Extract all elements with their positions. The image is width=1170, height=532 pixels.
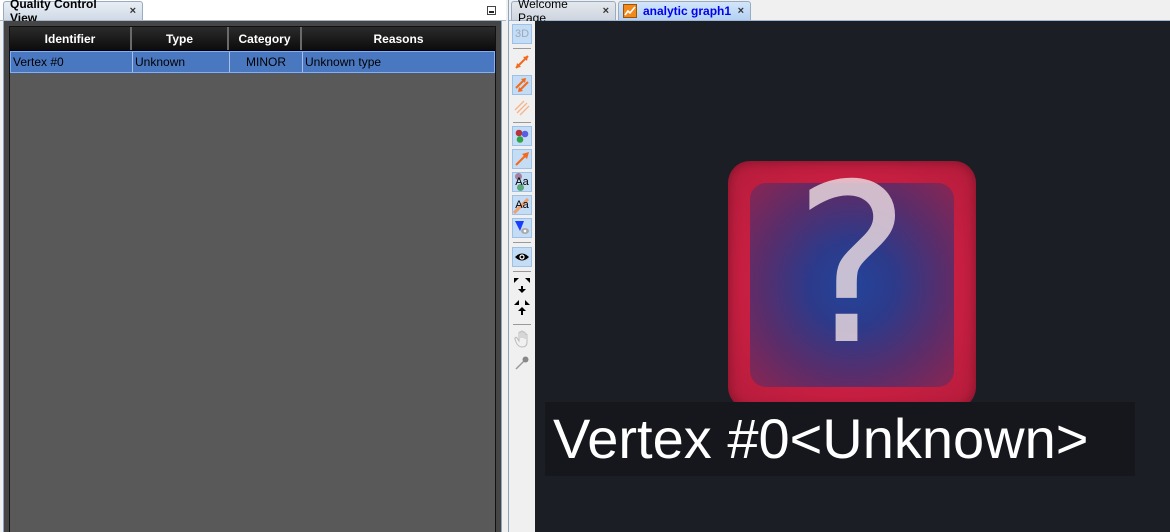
aa-glyph: Aa — [515, 176, 529, 188]
column-header-type[interactable]: Type — [132, 27, 229, 50]
left-tabbar: Quality Control View × — [0, 0, 506, 25]
arrow-single-icon — [515, 55, 529, 69]
bidirectional-edges-button[interactable] — [512, 75, 532, 95]
tab-quality-control-view[interactable]: Quality Control View × — [3, 0, 143, 25]
3d-label: 3D — [514, 28, 530, 40]
quality-control-panel: Quality Control View × Identifier Type C… — [0, 0, 506, 532]
transaction-edges-button[interactable] — [512, 98, 532, 118]
node-label-box: Vertex #0<Unknown> — [545, 402, 1135, 476]
arrow-icon — [515, 152, 529, 166]
node-labels-button[interactable]: Aa — [512, 172, 532, 192]
minimize-button[interactable] — [487, 6, 496, 15]
graph-canvas[interactable]: ? Vertex #0<Unknown> — [535, 21, 1170, 532]
cell-category: MINOR — [230, 52, 303, 72]
visibility-button[interactable] — [512, 247, 532, 267]
pan-mode-button[interactable] — [512, 329, 532, 349]
cell-identifier: Vertex #0 — [11, 52, 133, 72]
graph-node[interactable]: ? — [728, 155, 976, 409]
tab-welcome-page[interactable]: Welcome Page × — [511, 0, 616, 25]
right-tabbar: Welcome Page × analytic graph1 × — [509, 0, 1170, 25]
column-header-category[interactable]: Category — [229, 27, 302, 50]
table-row[interactable]: Vertex #0 Unknown MINOR Unknown type — [10, 51, 495, 73]
tab-label: analytic graph1 — [643, 4, 732, 18]
aa-glyph: Aa — [515, 199, 529, 211]
table-header: Identifier Type Category Reasons — [10, 27, 495, 51]
pin-mode-button[interactable] — [512, 353, 532, 373]
show-nodes-button[interactable] — [512, 126, 532, 146]
question-icon: ? — [793, 137, 911, 393]
arrow-double-icon — [515, 78, 529, 92]
toggle-3d-button[interactable]: 3D — [512, 24, 532, 44]
toolbar-separator — [513, 271, 531, 272]
graph-panel: Welcome Page × analytic graph1 × 3D Aa A… — [508, 0, 1170, 532]
blaze-icon — [515, 221, 529, 234]
connection-labels-button[interactable]: Aa — [512, 195, 532, 215]
expand-collapse-icon — [514, 278, 530, 315]
quality-control-table-area: Identifier Type Category Reasons Vertex … — [3, 21, 502, 532]
toolbar-separator — [513, 242, 531, 243]
directed-edges-button[interactable] — [512, 52, 532, 72]
close-icon[interactable]: × — [603, 5, 609, 17]
toolbar-separator — [513, 48, 531, 49]
toolbar-separator — [513, 324, 531, 325]
pin-icon — [515, 356, 529, 370]
connection-label-icon: Aa — [513, 198, 530, 214]
cell-reasons: Unknown type — [305, 55, 382, 69]
node-label: Vertex #0<Unknown> — [553, 407, 1089, 470]
cell-type: Unknown — [133, 52, 230, 72]
node-background: ? — [750, 155, 954, 387]
quality-control-table: Identifier Type Category Reasons Vertex … — [9, 26, 496, 532]
close-icon[interactable]: × — [130, 5, 136, 17]
close-icon[interactable]: × — [738, 5, 744, 17]
nodes-icon — [515, 129, 529, 143]
hand-icon — [514, 330, 528, 348]
toolbar-separator — [513, 122, 531, 123]
blazes-button[interactable] — [512, 218, 532, 238]
chart-line-icon — [623, 4, 637, 18]
column-header-identifier[interactable]: Identifier — [10, 27, 132, 50]
node-label-icon: Aa — [515, 173, 529, 191]
graph-toolbar: 3D Aa Aa — [509, 21, 535, 532]
column-header-reasons[interactable]: Reasons — [302, 27, 495, 50]
eye-icon — [515, 253, 529, 261]
expand-collapse-button[interactable] — [512, 276, 532, 320]
arrow-multi-icon — [514, 100, 530, 116]
show-connections-button[interactable] — [512, 149, 532, 169]
tab-analytic-graph[interactable]: analytic graph1 × — [618, 1, 751, 20]
